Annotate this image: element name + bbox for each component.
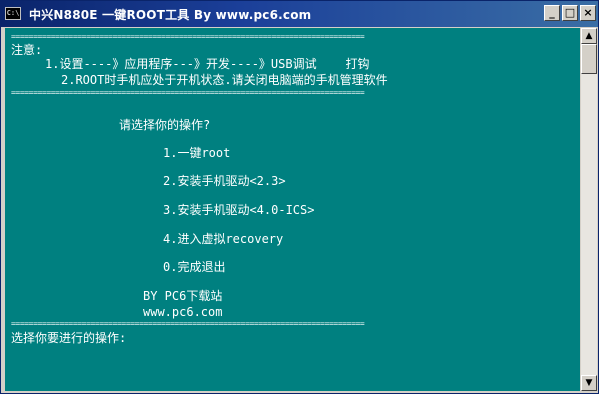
menu-item-exit: 0.完成退出	[163, 260, 226, 274]
console-output[interactable]: ========================================…	[5, 28, 580, 391]
brand-url: www.pc6.com	[143, 305, 223, 319]
close-button[interactable]: ×	[580, 5, 596, 21]
menu-item-driver-2-3: 2.安装手机驱动<2.3>	[163, 174, 286, 188]
vertical-scrollbar[interactable]: ▲ ▼	[581, 28, 597, 391]
input-prompt: 选择你要进行的操作:	[11, 331, 127, 345]
separator-line: ========================================…	[11, 88, 365, 97]
separator-line: ========================================…	[11, 32, 365, 41]
console-app-icon[interactable]: C:\	[5, 7, 21, 20]
maximize-button[interactable]: □	[562, 5, 578, 21]
scroll-down-arrow-icon[interactable]: ▼	[581, 375, 597, 391]
menu-item-one-click-root: 1.一键root	[163, 146, 231, 160]
menu-item-driver-4-0-ics: 3.安装手机驱动<4.0-ICS>	[163, 203, 315, 217]
window-title: 中兴N880E 一键ROOT工具 By www.pc6.com	[29, 8, 312, 22]
menu-prompt: 请选择你的操作?	[119, 118, 211, 132]
title-bar[interactable]: C:\ 中兴N880E 一键ROOT工具 By www.pc6.com _ □ …	[1, 1, 598, 27]
note-usb-debugging: 1.设置----》应用程序---》开发----》USB调试 打钩	[45, 57, 370, 71]
brand-line: BY PC6下载站	[143, 289, 223, 303]
separator-line: ========================================…	[11, 319, 365, 328]
menu-item-recovery: 4.进入虚拟recovery	[163, 232, 284, 246]
notes-header: 注意:	[11, 43, 43, 57]
minimize-button[interactable]: _	[544, 5, 560, 21]
note-phone-state: 2.ROOT时手机应处于开机状态.请关闭电脑端的手机管理软件	[61, 73, 388, 87]
scroll-up-arrow-icon[interactable]: ▲	[581, 28, 597, 44]
console-window: C:\ 中兴N880E 一键ROOT工具 By www.pc6.com _ □ …	[0, 0, 599, 394]
scrollbar-thumb[interactable]	[581, 44, 597, 74]
